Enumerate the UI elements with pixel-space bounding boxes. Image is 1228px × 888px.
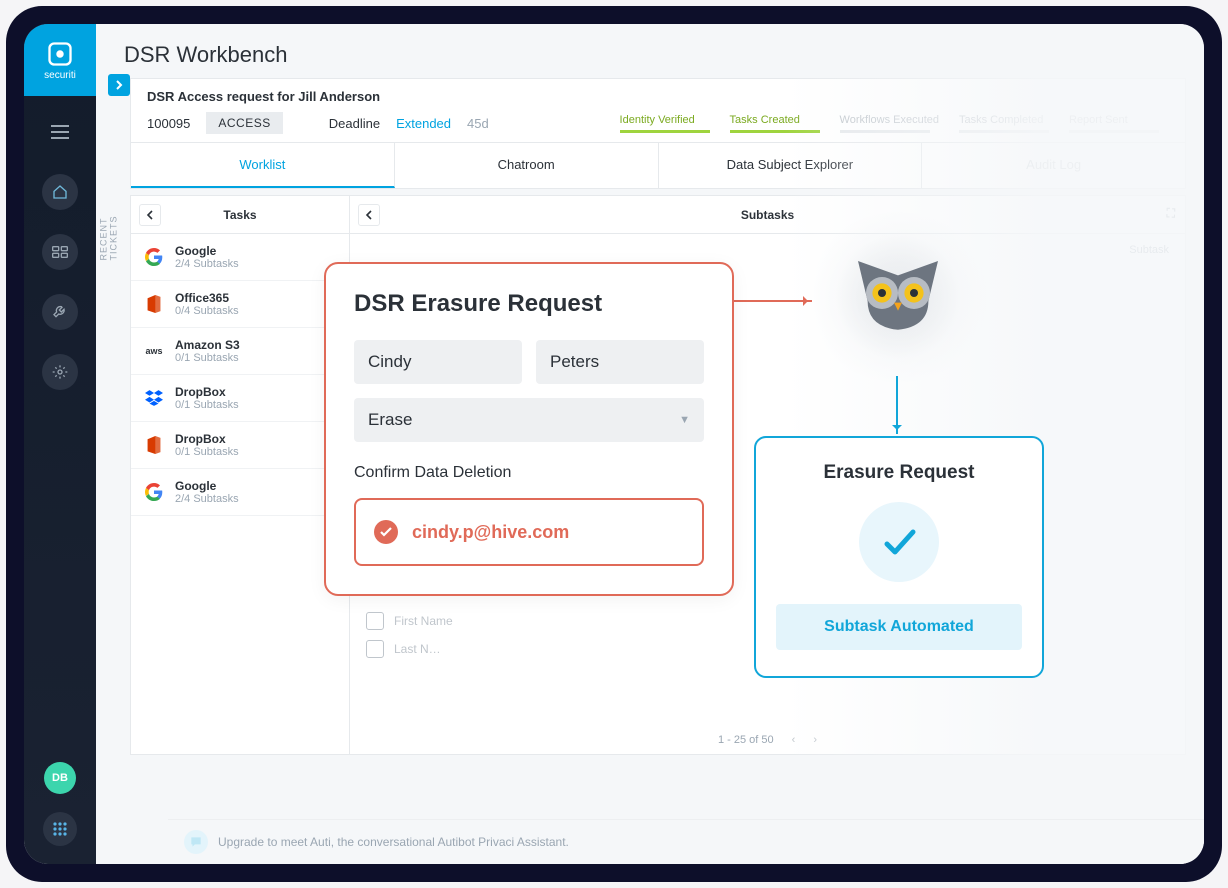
task-name: Google	[175, 244, 239, 258]
request-header: DSR Access request for Jill Anderson 100…	[130, 78, 1186, 143]
apps-icon[interactable]	[43, 812, 77, 846]
next-page-button[interactable]: ›	[813, 734, 817, 746]
confirm-row[interactable]: cindy.p@hive.com	[354, 498, 704, 566]
nav-data-icon[interactable]	[42, 234, 78, 270]
request-title: DSR Access request for Jill Anderson	[147, 89, 380, 104]
workbench-tabs: Worklist Chatroom Data Subject Explorer …	[130, 143, 1186, 189]
brand-logo[interactable]: securiti	[24, 24, 96, 96]
expand-icon[interactable]: ⛶	[1167, 206, 1175, 221]
task-item[interactable]: Google2/4 Subtasks	[131, 469, 349, 516]
check-icon	[374, 520, 398, 544]
task-item[interactable]: Google2/4 Subtasks	[131, 234, 349, 281]
google-icon	[143, 246, 165, 268]
subtasks-heading-label: Subtasks	[741, 208, 794, 222]
task-item[interactable]: aws Amazon S30/1 Subtasks	[131, 328, 349, 375]
tasks-column: Tasks Google2/4 SubtasksOffice3650/4 Sub…	[130, 195, 350, 755]
checkbox[interactable]	[366, 640, 384, 658]
recent-tickets-rail: RECENT TICKETS	[104, 78, 130, 864]
task-subcount: 0/1 Subtasks	[175, 352, 240, 364]
task-subcount: 0/1 Subtasks	[175, 446, 239, 458]
action-value: Erase	[368, 410, 412, 430]
checkbox[interactable]	[366, 612, 384, 630]
task-subcount: 2/4 Subtasks	[175, 258, 239, 270]
progress-stages: Identity Verified Tasks Created Workflow…	[620, 114, 1169, 133]
stage-label: Report Sent	[1069, 114, 1159, 126]
task-item[interactable]: DropBox0/1 Subtasks	[131, 375, 349, 422]
upgrade-banner[interactable]: Upgrade to meet Auti, the conversational…	[168, 819, 1204, 864]
erasure-result-dialog: Erasure Request Subtask Automated	[754, 436, 1044, 678]
aws-icon: aws	[143, 340, 165, 362]
confirm-email: cindy.p@hive.com	[412, 522, 569, 543]
nav-settings-icon[interactable]	[42, 354, 78, 390]
task-subcount: 2/4 Subtasks	[175, 493, 239, 505]
shield-icon	[46, 40, 74, 68]
confirm-label: Confirm Data Deletion	[354, 464, 704, 482]
rail-toggle[interactable]	[108, 74, 130, 96]
dropbox-icon	[143, 387, 165, 409]
task-item[interactable]: Office3650/4 Subtasks	[131, 281, 349, 328]
menu-icon[interactable]	[42, 114, 78, 150]
subtask-detail-heading: Subtask	[1129, 244, 1169, 256]
tab-chatroom[interactable]: Chatroom	[395, 143, 659, 188]
chat-icon	[184, 830, 208, 854]
brand-label: securiti	[44, 70, 76, 81]
erasure-request-dialog: DSR Erasure Request Cindy Peters Erase ▼…	[324, 262, 734, 596]
task-item[interactable]: DropBox0/1 Subtasks	[131, 422, 349, 469]
result-status: Subtask Automated	[776, 604, 1022, 650]
page-title: DSR Workbench	[96, 24, 1204, 78]
request-type-pill: ACCESS	[206, 112, 282, 134]
success-icon	[859, 502, 939, 582]
google-icon	[143, 481, 165, 503]
task-subcount: 0/4 Subtasks	[175, 305, 239, 317]
last-name-input[interactable]: Peters	[536, 340, 704, 384]
pagination: 1 - 25 of 50 ‹ ›	[718, 734, 817, 746]
subtasks-heading: Subtasks ⛶	[350, 196, 1185, 234]
result-title: Erasure Request	[776, 462, 1022, 484]
task-name: Amazon S3	[175, 338, 240, 352]
first-name-input[interactable]: Cindy	[354, 340, 522, 384]
field-label: First Name	[394, 614, 453, 628]
nav-tools-icon[interactable]	[42, 294, 78, 330]
tab-worklist[interactable]: Worklist	[131, 143, 395, 188]
task-name: Google	[175, 479, 239, 493]
action-select[interactable]: Erase ▼	[354, 398, 704, 442]
user-avatar[interactable]: DB	[44, 762, 76, 794]
upgrade-text: Upgrade to meet Auti, the conversational…	[218, 835, 569, 849]
pagination-label: 1 - 25 of 50	[718, 734, 774, 746]
back-button[interactable]	[358, 204, 380, 226]
back-button[interactable]	[139, 204, 161, 226]
stage-label: Workflows Executed	[840, 114, 939, 126]
sidebar: securiti DB	[24, 24, 96, 864]
task-name: DropBox	[175, 432, 239, 446]
dialog-title: DSR Erasure Request	[354, 290, 704, 318]
task-name: DropBox	[175, 385, 239, 399]
prev-page-button[interactable]: ‹	[792, 734, 796, 746]
tab-audit-log[interactable]: Audit Log	[922, 143, 1185, 188]
deadline-label: Deadline	[329, 116, 380, 131]
task-subcount: 0/1 Subtasks	[175, 399, 239, 411]
tasks-heading: Tasks	[131, 196, 349, 234]
ticket-id: 100095	[147, 116, 190, 131]
deadline-status[interactable]: Extended	[396, 116, 451, 131]
field-label: Last N…	[394, 642, 441, 656]
chevron-down-icon: ▼	[679, 414, 690, 426]
stage-label: Identity Verified	[620, 114, 710, 126]
stage-label: Tasks Completed	[959, 114, 1049, 126]
deadline-days: 45d	[467, 116, 489, 131]
tab-data-subject-explorer[interactable]: Data Subject Explorer	[659, 143, 923, 188]
rail-label: RECENT TICKETS	[99, 216, 119, 261]
office-icon	[143, 293, 165, 315]
office-icon	[143, 434, 165, 456]
nav-home-icon[interactable]	[42, 174, 78, 210]
stage-label: Tasks Created	[730, 114, 820, 126]
task-name: Office365	[175, 291, 239, 305]
tasks-heading-label: Tasks	[223, 208, 256, 222]
